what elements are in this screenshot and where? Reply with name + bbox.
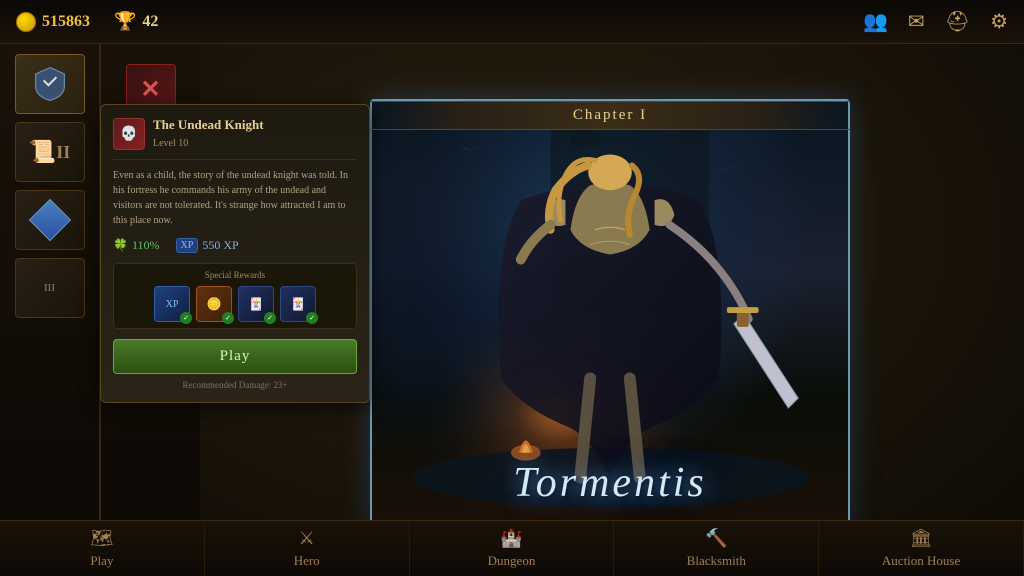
trophy-icon: 🏆 [114,11,136,32]
reward-card1-check: ✓ [264,312,276,324]
quest-level: Level 10 [153,138,188,149]
trophy-count: 42 [142,13,158,31]
roman-num-iii: III [44,282,55,294]
friends-icon[interactable]: 👥 [863,9,888,34]
xp-badge: XP [176,238,199,253]
settings-icon[interactable]: ⚙ [990,9,1008,34]
recommended-damage: Recommended Damage: 23+ [113,380,357,390]
play-quest-button[interactable]: Play [113,339,357,374]
left-nav-iii[interactable]: III [15,258,85,318]
quest-title: The Undead Knight [153,117,264,133]
bottom-nav-hero[interactable]: ⚔ Hero [205,521,410,576]
xp-stat: XP 550 XP [176,238,239,253]
reward-card1-icon: 🃏 [249,297,264,312]
play-nav-icon: 🗺 [90,528,113,549]
left-nav-shield[interactable] [15,54,85,114]
bottom-nav-auction[interactable]: 🏛 Auction House [819,521,1024,576]
bottom-nav-blacksmith[interactable]: 🔨 Blacksmith [614,521,819,576]
game-title: Tormentis [513,459,707,507]
auction-nav-label: Auction House [882,553,960,569]
luck-stat: 🍀 110% [113,238,160,253]
quest-title-info: The Undead Knight Level 10 [153,117,264,151]
blacksmith-nav-label: Blacksmith [687,553,746,569]
trophy-display: 🏆 42 [114,11,158,32]
image-bg: Tormentis [372,101,848,527]
helmet-icon[interactable]: ⛑ [945,9,970,34]
reward-card1: 🃏 ✓ [238,286,274,322]
reward-xp-check: ✓ [180,312,192,324]
chapter-title: Chapter I [573,107,647,123]
rewards-row: XP ✓ 🪙 ✓ 🃏 ✓ 🃏 ✓ [120,286,350,322]
bottom-nav-dungeon[interactable]: 🏰 Dungeon [410,521,615,576]
reward-xp-icon: XP [166,299,179,310]
left-panel: 📜 II III [0,44,100,520]
quest-stats: 🍀 110% XP 550 XP [113,238,357,253]
dungeon-nav-icon: 🏰 [500,528,522,549]
scroll-icon: 📜 [29,139,56,165]
left-nav-scroll[interactable]: 📜 II [15,122,85,182]
mail-icon[interactable]: ✉ [908,9,925,34]
special-rewards-label: Special Rewards [120,270,350,280]
xp-value: 550 XP [202,238,238,253]
skull-icon: 💀 [120,126,137,143]
reward-card2-check: ✓ [306,312,318,324]
shield-icon [32,66,68,102]
left-nav-diamond[interactable] [15,190,85,250]
close-icon: ✕ [140,75,160,104]
luck-value: 110% [132,238,160,253]
hero-nav-icon: ⚔ [299,528,315,549]
topbar: 515863 🏆 42 👥 ✉ ⛑ ⚙ [0,0,1024,44]
clover-icon: 🍀 [113,238,128,253]
diamond-icon [28,199,70,241]
coin-icon [16,12,36,32]
reward-gold-icon: 🪙 [207,297,222,312]
bottom-nav: 🗺 Play ⚔ Hero 🏰 Dungeon 🔨 Blacksmith 🏛 A… [0,520,1024,576]
chapter-title-bar: Chapter I [370,101,850,130]
play-nav-label: Play [90,553,113,569]
bottom-nav-play[interactable]: 🗺 Play [0,521,205,576]
auction-nav-icon: 🏛 [910,528,933,549]
main-image: Tormentis [370,99,850,529]
coin-amount: 515863 [42,13,90,31]
main-area: 📜 II III 💀 The Undead Knight Level 10 Ev… [0,44,1024,520]
dungeon-nav-label: Dungeon [488,553,536,569]
hero-nav-label: Hero [294,553,320,569]
quest-card: 💀 The Undead Knight Level 10 Even as a c… [100,104,370,403]
reward-xp: XP ✓ [154,286,190,322]
coin-display: 515863 [16,12,90,32]
reward-card2-icon: 🃏 [291,297,306,312]
reward-gold-check: ✓ [222,312,234,324]
roman-num-ii: II [56,142,70,163]
quest-icon: 💀 [113,118,145,150]
blacksmith-nav-icon: 🔨 [705,528,727,549]
reward-card2: 🃏 ✓ [280,286,316,322]
special-rewards: Special Rewards XP ✓ 🪙 ✓ 🃏 ✓ 🃏 ✓ [113,263,357,329]
quest-header: 💀 The Undead Knight Level 10 [113,117,357,151]
reward-gold: 🪙 ✓ [196,286,232,322]
quest-description: Even as a child, the story of the undead… [113,159,357,228]
